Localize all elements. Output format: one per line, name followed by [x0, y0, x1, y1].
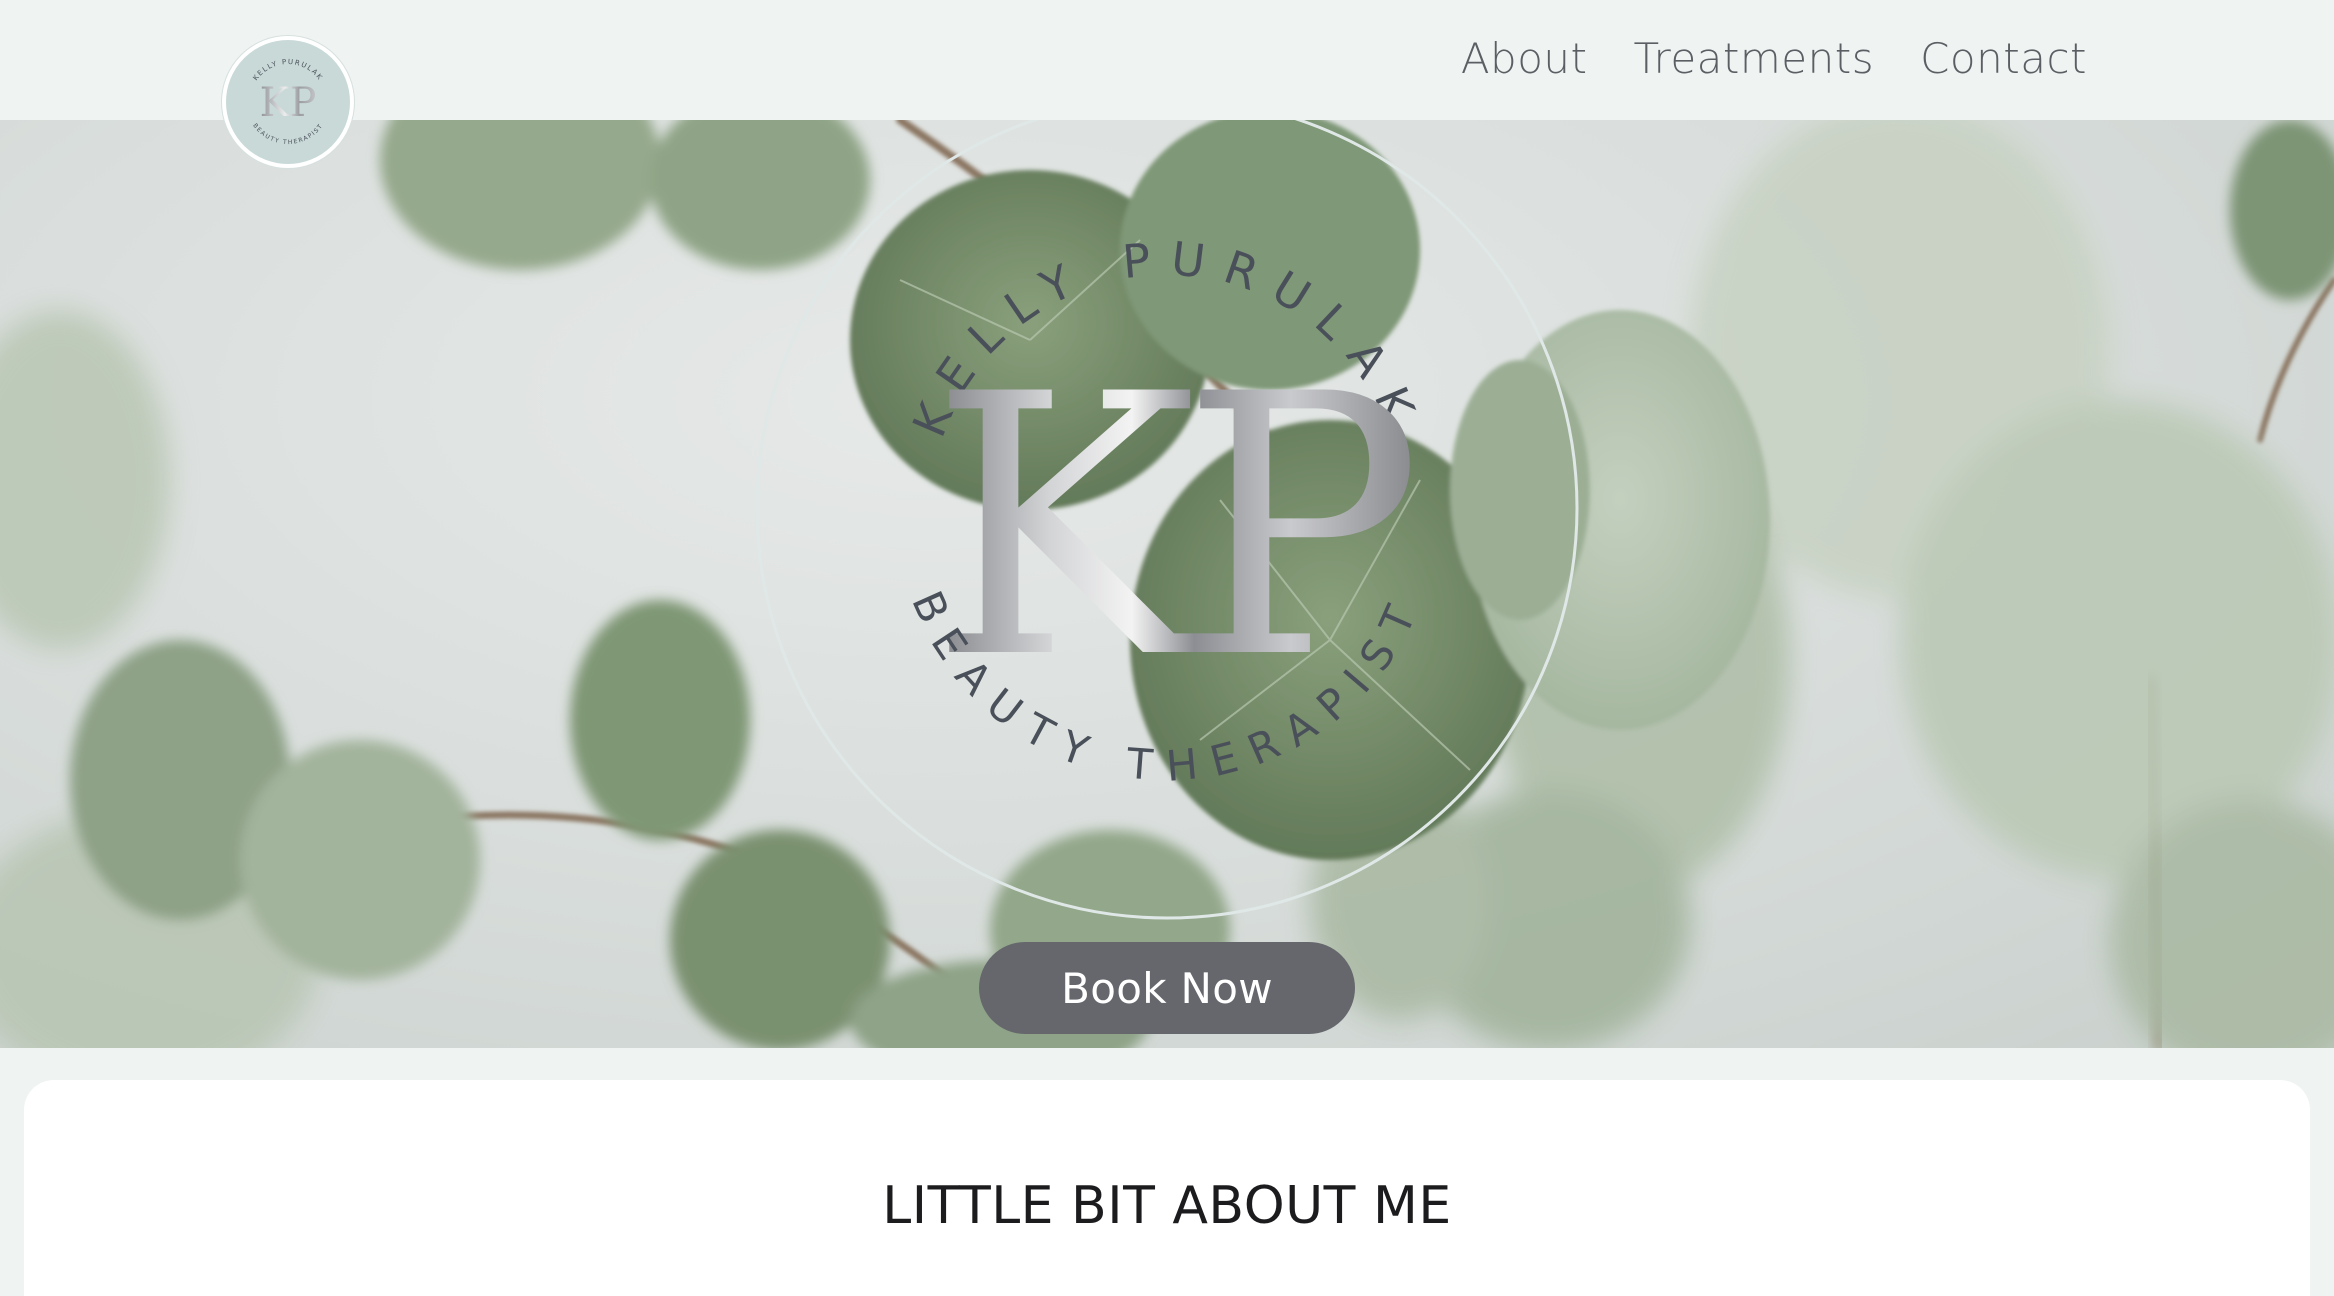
hero-emblem: KELLY PURULAK KP BEAUTY THERAPIST [755, 120, 1579, 920]
book-now-button[interactable]: Book Now [979, 942, 1355, 1034]
kp-logo-icon[interactable]: KELLY PURULAK KP BEAUTY THERAPIST [222, 36, 354, 168]
about-section: LITTLE BIT ABOUT ME [24, 1080, 2310, 1296]
nav-link-contact[interactable]: Contact [1920, 34, 2087, 83]
logo-emblem-small: KELLY PURULAK KP BEAUTY THERAPIST [251, 58, 325, 146]
logo-small-name: KELLY PURULAK [252, 58, 325, 82]
nav-link-treatments[interactable]: Treatments [1634, 34, 1875, 83]
nav-link-about[interactable]: About [1461, 34, 1588, 83]
about-title: LITTLE BIT ABOUT ME [882, 1176, 1452, 1236]
logo-small-monogram: KP [260, 80, 317, 126]
hero-section: KELLY PURULAK KP BEAUTY THERAPIST Book N… [0, 120, 2334, 1048]
main-nav: About Treatments Contact [1461, 34, 2087, 83]
page: About Treatments Contact KELLY PURULAK K… [0, 0, 2334, 1296]
